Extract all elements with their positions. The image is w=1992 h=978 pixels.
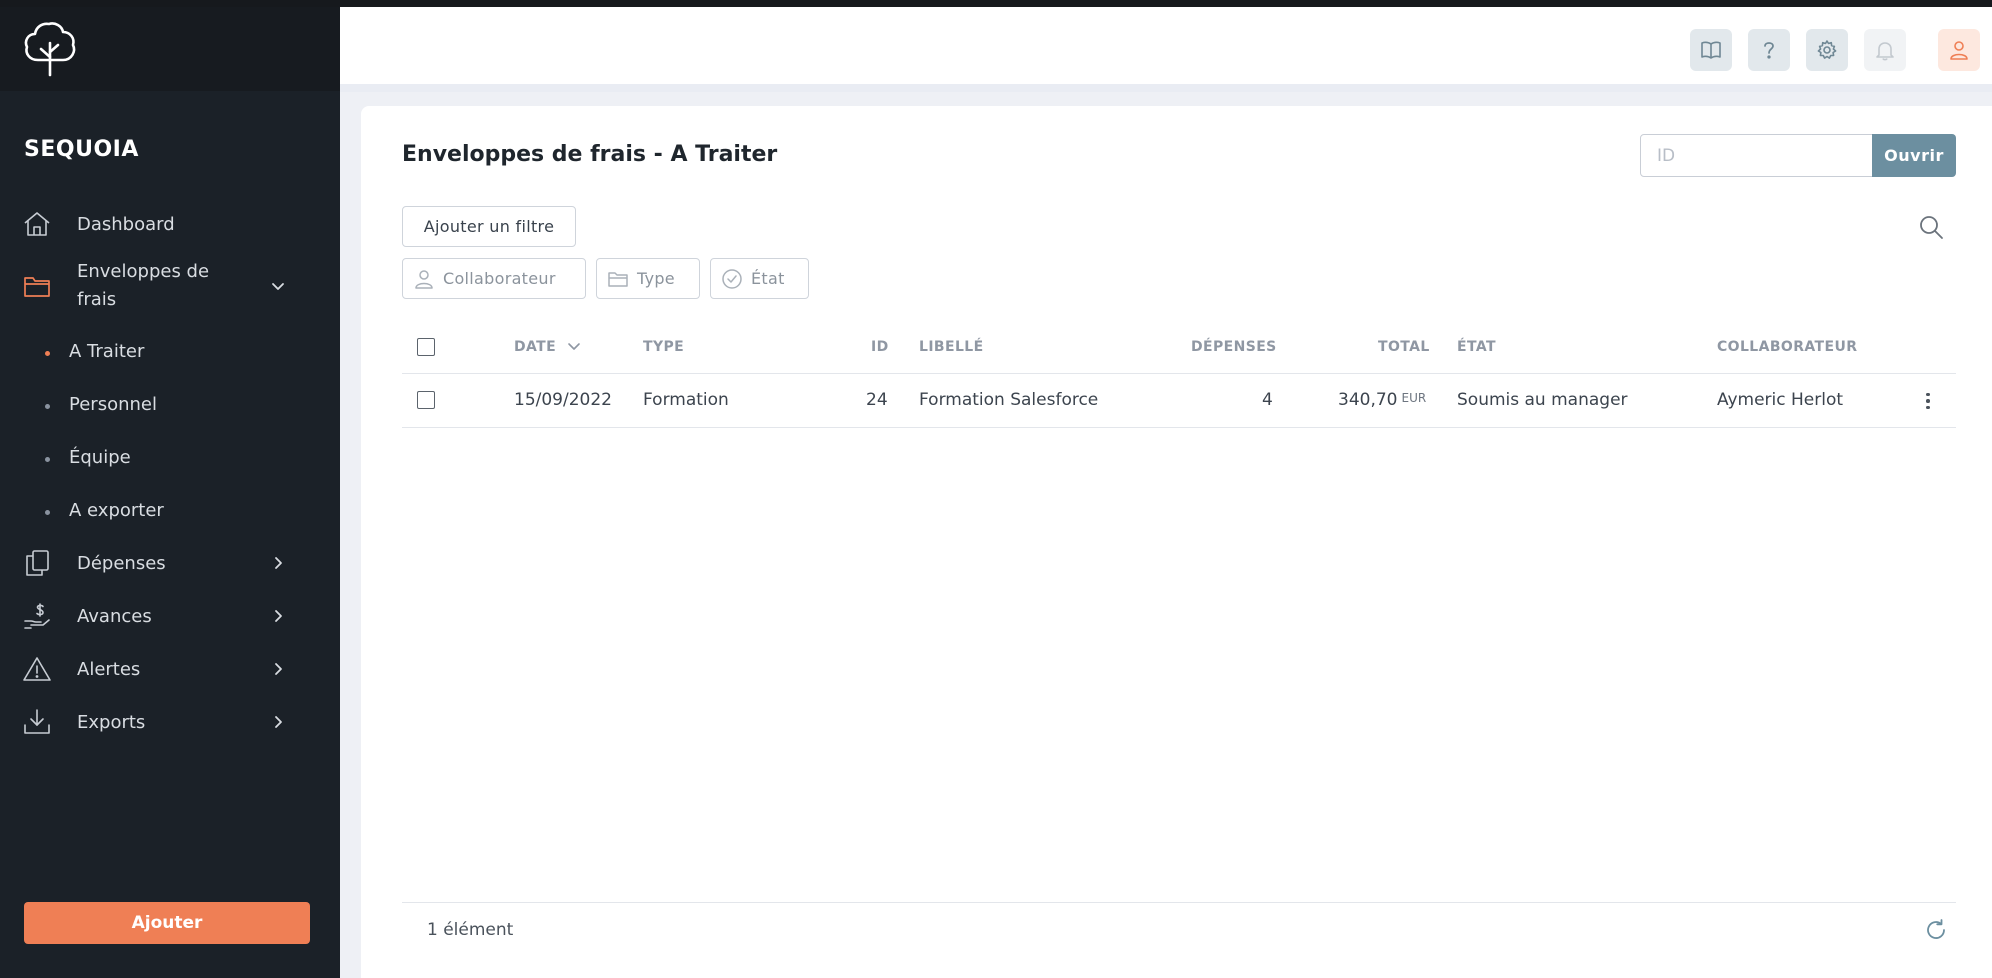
cell-id: 24 bbox=[866, 390, 888, 410]
sidebar-item-dashboard[interactable]: Dashboard bbox=[0, 201, 340, 247]
folder-icon bbox=[608, 271, 628, 287]
select-all-checkbox[interactable] bbox=[417, 338, 435, 356]
chevron-down-icon bbox=[272, 283, 284, 290]
filter-chip-etat[interactable]: État bbox=[710, 258, 809, 299]
top-header bbox=[340, 7, 1992, 92]
help-icon bbox=[1764, 42, 1774, 59]
user-menu-button[interactable] bbox=[1938, 29, 1980, 71]
download-icon bbox=[24, 709, 50, 734]
sidebar-item-alertes[interactable]: Alertes bbox=[0, 646, 340, 692]
warning-icon bbox=[23, 657, 51, 681]
sidebar-subitem-a-traiter[interactable]: A Traiter bbox=[0, 333, 340, 373]
notifications-button[interactable] bbox=[1864, 29, 1906, 71]
column-header-depenses[interactable]: DÉPENSES bbox=[1191, 339, 1277, 355]
total-amount: 340,70 bbox=[1338, 390, 1398, 410]
cash-hand-icon bbox=[24, 603, 50, 629]
sort-down-icon bbox=[568, 343, 581, 350]
sidebar-item-avances[interactable]: Avances bbox=[0, 593, 340, 639]
column-header-id[interactable]: ID bbox=[871, 339, 889, 355]
add-filter-button[interactable]: Ajouter un filtre bbox=[402, 206, 576, 247]
sidebar-item-label: Enveloppes de frais bbox=[77, 261, 210, 310]
currency-label: EUR bbox=[1401, 391, 1427, 405]
refresh-icon[interactable] bbox=[1924, 918, 1948, 942]
chevron-right-icon bbox=[275, 610, 282, 622]
chip-label: Type bbox=[637, 269, 675, 288]
search-button[interactable] bbox=[1917, 213, 1945, 241]
element-count: 1 élément bbox=[427, 920, 514, 940]
sidebar-subitem-a-exporter[interactable]: A exporter bbox=[0, 492, 340, 532]
cell-etat: Soumis au manager bbox=[1457, 390, 1628, 410]
sidebar-subitem-label: A Traiter bbox=[69, 341, 145, 362]
column-header-date[interactable]: DATE bbox=[514, 339, 581, 355]
search-icon bbox=[1920, 216, 1943, 239]
sidebar-subitem-label: Personnel bbox=[69, 394, 157, 415]
table-header: DATE TYPE ID LIBELLÉ DÉPENSES TOTAL ÉTAT… bbox=[402, 322, 1956, 374]
id-input[interactable] bbox=[1640, 134, 1873, 177]
book-icon bbox=[1701, 41, 1721, 59]
cell-libelle: Formation Salesforce bbox=[919, 390, 1099, 410]
envelopes-table: DATE TYPE ID LIBELLÉ DÉPENSES TOTAL ÉTAT… bbox=[402, 322, 1956, 428]
cell-date: 15/09/2022 bbox=[514, 390, 612, 410]
column-header-etat[interactable]: ÉTAT bbox=[1457, 339, 1496, 355]
filter-chip-collaborateur[interactable]: Collaborateur bbox=[402, 258, 586, 299]
chevron-right-icon bbox=[275, 557, 282, 569]
filter-chip-type[interactable]: Type bbox=[596, 258, 700, 299]
logo-area bbox=[0, 7, 340, 91]
sidebar-subitem-equipe[interactable]: Équipe bbox=[0, 439, 340, 479]
help-button[interactable] bbox=[1748, 29, 1790, 71]
chip-label: État bbox=[751, 269, 785, 288]
column-header-libelle[interactable]: LIBELLÉ bbox=[919, 339, 984, 355]
docs-button[interactable] bbox=[1690, 29, 1732, 71]
cell-type: Formation bbox=[643, 390, 729, 410]
bell-icon bbox=[1876, 42, 1894, 61]
check-circle-icon bbox=[722, 268, 742, 289]
user-icon bbox=[1950, 41, 1968, 60]
sidebar-item-label: Exports bbox=[77, 711, 146, 733]
table-row[interactable]: 15/09/2022 Formation 24 Formation Salesf… bbox=[402, 374, 1956, 428]
sidebar-item-label: Alertes bbox=[77, 658, 141, 680]
column-header-total[interactable]: TOTAL bbox=[1378, 339, 1430, 355]
tree-logo-icon[interactable] bbox=[22, 19, 78, 77]
bullet-dot bbox=[45, 510, 50, 515]
sidebar-subitem-label: A exporter bbox=[69, 500, 164, 521]
table-footer-divider bbox=[402, 902, 1956, 903]
column-header-type[interactable]: TYPE bbox=[643, 339, 684, 355]
row-checkbox[interactable] bbox=[417, 391, 435, 409]
sidebar-item-label: Avances bbox=[77, 605, 152, 627]
content-panel bbox=[361, 106, 1992, 978]
sidebar-item-depenses[interactable]: Dépenses bbox=[0, 540, 340, 586]
folder-icon bbox=[24, 277, 50, 297]
cell-depenses: 4 bbox=[1262, 390, 1273, 410]
sidebar-item-label: Dashboard bbox=[77, 213, 175, 235]
gear-icon bbox=[1817, 40, 1837, 59]
active-dot bbox=[45, 351, 50, 356]
sidebar-subitem-label: Équipe bbox=[69, 447, 131, 468]
open-button[interactable]: Ouvrir bbox=[1872, 134, 1956, 177]
sidebar-item-exports[interactable]: Exports bbox=[0, 699, 340, 745]
chevron-right-icon bbox=[275, 663, 282, 675]
column-header-collaborateur[interactable]: COLLABORATEUR bbox=[1717, 339, 1857, 355]
top-strip bbox=[0, 0, 1992, 7]
cell-total: 340,70 EUR bbox=[1338, 390, 1426, 410]
cell-collaborateur: Aymeric Herlot bbox=[1717, 390, 1844, 410]
bullet-dot bbox=[45, 457, 50, 462]
add-button[interactable]: Ajouter bbox=[24, 902, 310, 944]
page-title: Enveloppes de frais - A Traiter bbox=[402, 142, 778, 167]
home-icon bbox=[24, 212, 50, 236]
chip-label: Collaborateur bbox=[443, 269, 556, 288]
column-header-label: DATE bbox=[514, 339, 557, 355]
documents-icon bbox=[26, 550, 49, 576]
row-actions-menu-icon[interactable] bbox=[1918, 388, 1938, 414]
brand-name: SEQUOIA bbox=[24, 137, 139, 162]
sidebar-subitem-personnel[interactable]: Personnel bbox=[0, 386, 340, 426]
sidebar-item-label: Dépenses bbox=[77, 552, 166, 574]
bullet-dot bbox=[45, 404, 50, 409]
sidebar-item-enveloppes[interactable]: Enveloppes de frais bbox=[0, 256, 340, 316]
settings-button[interactable] bbox=[1806, 29, 1848, 71]
chevron-right-icon bbox=[275, 716, 282, 728]
user-icon bbox=[415, 269, 433, 289]
